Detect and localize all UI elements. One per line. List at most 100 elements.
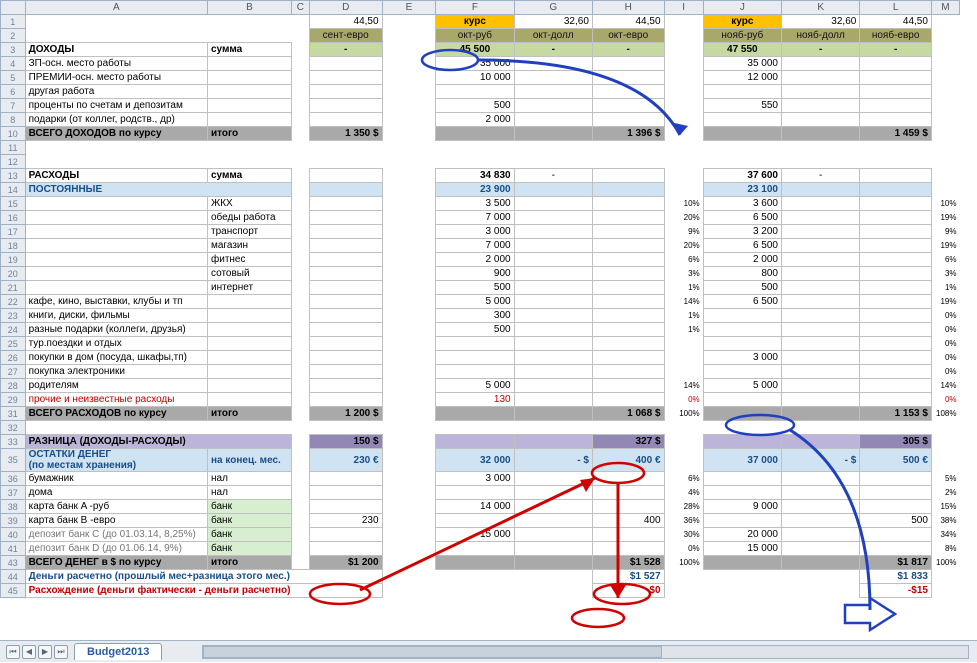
cell[interactable]: магазин — [208, 239, 292, 253]
row-14[interactable]: 14 — [1, 183, 26, 197]
cell[interactable]: банк — [208, 500, 292, 514]
row-15[interactable]: 15 — [1, 197, 26, 211]
cell[interactable]: - — [860, 43, 932, 57]
cell[interactable]: 5 000 — [436, 379, 514, 393]
cell[interactable]: Расхождение (деньги фактически - деньги … — [25, 584, 382, 598]
cell[interactable]: покупка электроники — [25, 365, 207, 379]
cell[interactable]: на конец. мес. — [208, 449, 292, 472]
cell[interactable]: 7 000 — [436, 211, 514, 225]
cell[interactable]: депозит банк C (до 01.03.14, 8,25%) — [25, 528, 207, 542]
cell[interactable]: 2 000 — [436, 113, 514, 127]
row-6[interactable]: 6 — [1, 85, 26, 99]
cell[interactable]: ОСТАТКИ ДЕНЕГ(по местам хранения) — [25, 449, 207, 472]
row-5[interactable]: 5 — [1, 71, 26, 85]
cell[interactable]: ВСЕГО РАСХОДОВ по курсу — [25, 407, 207, 421]
row-33[interactable]: 33 — [1, 435, 26, 449]
cell[interactable]: 400 € — [592, 449, 664, 472]
cell[interactable]: окт-евро — [592, 29, 664, 43]
cell[interactable]: интернет — [208, 281, 292, 295]
row-13[interactable]: 13 — [1, 169, 26, 183]
cell[interactable]: 44,50 — [592, 15, 664, 29]
cell[interactable]: бумажник — [25, 472, 207, 486]
cell[interactable]: -$15 — [860, 584, 932, 598]
cell[interactable]: 44,50 — [860, 15, 932, 29]
cell[interactable]: 37 600 — [703, 169, 781, 183]
cell[interactable]: 500 — [436, 281, 514, 295]
row-25[interactable]: 25 — [1, 337, 26, 351]
cell[interactable]: $1 817 — [860, 556, 932, 570]
row-21[interactable]: 21 — [1, 281, 26, 295]
cell[interactable]: 37 000 — [703, 449, 781, 472]
cell[interactable]: Деньги расчетно (прошлый мес+разница это… — [25, 570, 382, 584]
row-7[interactable]: 7 — [1, 99, 26, 113]
cell[interactable]: 3 000 — [436, 225, 514, 239]
cell[interactable]: курс — [436, 15, 514, 29]
cell[interactable]: 230 — [309, 514, 382, 528]
cell[interactable]: - — [782, 43, 860, 57]
row-12[interactable]: 12 — [1, 155, 26, 169]
row-11[interactable]: 11 — [1, 141, 26, 155]
row-8[interactable]: 8 — [1, 113, 26, 127]
cell[interactable]: - — [782, 169, 860, 183]
col-E[interactable]: E — [382, 1, 436, 15]
cell[interactable]: проценты по счетам и депозитам — [25, 99, 207, 113]
cell[interactable]: 2 000 — [436, 253, 514, 267]
cell[interactable]: 1 153 $ — [860, 407, 932, 421]
cell[interactable]: 34 830 — [436, 169, 514, 183]
col-F[interactable]: F — [436, 1, 514, 15]
spreadsheet-grid[interactable]: A B C D E F G H I J K L M 1 44,50 курс 3… — [0, 0, 960, 598]
cell[interactable]: 500 — [436, 99, 514, 113]
cell[interactable]: 45 500 — [436, 43, 514, 57]
cell[interactable]: книги, диски, фильмы — [25, 309, 207, 323]
cell[interactable]: 23 100 — [703, 183, 781, 197]
cell[interactable]: 3 600 — [703, 197, 781, 211]
cell[interactable]: 10 000 — [436, 71, 514, 85]
cell[interactable]: карта банк A -руб — [25, 500, 207, 514]
cell[interactable]: 47 550 — [703, 43, 781, 57]
cell[interactable]: $1 200 — [309, 556, 382, 570]
tab-nav-last[interactable]: ⏭ — [54, 645, 68, 659]
row-4[interactable]: 4 — [1, 57, 26, 71]
cell[interactable]: тур.поездки и отдых — [25, 337, 207, 351]
row-20[interactable]: 20 — [1, 267, 26, 281]
income-title[interactable]: ДОХОДЫ — [25, 43, 207, 57]
cell[interactable]: 20 000 — [703, 528, 781, 542]
row-18[interactable]: 18 — [1, 239, 26, 253]
cell[interactable]: - $ — [514, 449, 592, 472]
cell[interactable]: 150 $ — [309, 435, 382, 449]
row-27[interactable]: 27 — [1, 365, 26, 379]
row-39[interactable]: 39 — [1, 514, 26, 528]
cell[interactable]: нал — [208, 472, 292, 486]
row-10[interactable]: 10 — [1, 127, 26, 141]
cell[interactable]: сент-евро — [309, 29, 382, 43]
col-M[interactable]: M — [931, 1, 959, 15]
cell[interactable]: фитнес — [208, 253, 292, 267]
cell[interactable]: 6 500 — [703, 211, 781, 225]
row-22[interactable]: 22 — [1, 295, 26, 309]
cell[interactable]: 130 — [436, 393, 514, 407]
cell[interactable]: 500 € — [860, 449, 932, 472]
cell[interactable]: ПОСТОЯННЫЕ — [25, 183, 291, 197]
cell[interactable]: 14 000 — [436, 500, 514, 514]
cell[interactable]: прочие и неизвестные расходы — [25, 393, 207, 407]
col-B[interactable]: B — [208, 1, 292, 15]
cell[interactable]: $1 833 — [860, 570, 932, 584]
col-J[interactable]: J — [703, 1, 781, 15]
col-G[interactable]: G — [514, 1, 592, 15]
cell[interactable]: 32,60 — [514, 15, 592, 29]
cell[interactable]: депозит банк D (до 01.06.14, 9%) — [25, 542, 207, 556]
cell[interactable]: дома — [25, 486, 207, 500]
row-3[interactable]: 3 — [1, 43, 26, 57]
cell[interactable]: банк — [208, 528, 292, 542]
cell[interactable]: нояб-руб — [703, 29, 781, 43]
select-all[interactable] — [1, 1, 26, 15]
cell[interactable]: ВСЕГО ДЕНЕГ в $ по курсу — [25, 556, 207, 570]
col-A[interactable]: A — [25, 1, 207, 15]
cell[interactable]: ВСЕГО ДОХОДОВ по курсу — [25, 127, 207, 141]
cell[interactable]: покупки в дом (посуда, шкафы,тп) — [25, 351, 207, 365]
cell[interactable]: 32 000 — [436, 449, 514, 472]
row-38[interactable]: 38 — [1, 500, 26, 514]
horizontal-scrollbar[interactable] — [202, 645, 969, 659]
row-16[interactable]: 16 — [1, 211, 26, 225]
cell[interactable]: 2 000 — [703, 253, 781, 267]
